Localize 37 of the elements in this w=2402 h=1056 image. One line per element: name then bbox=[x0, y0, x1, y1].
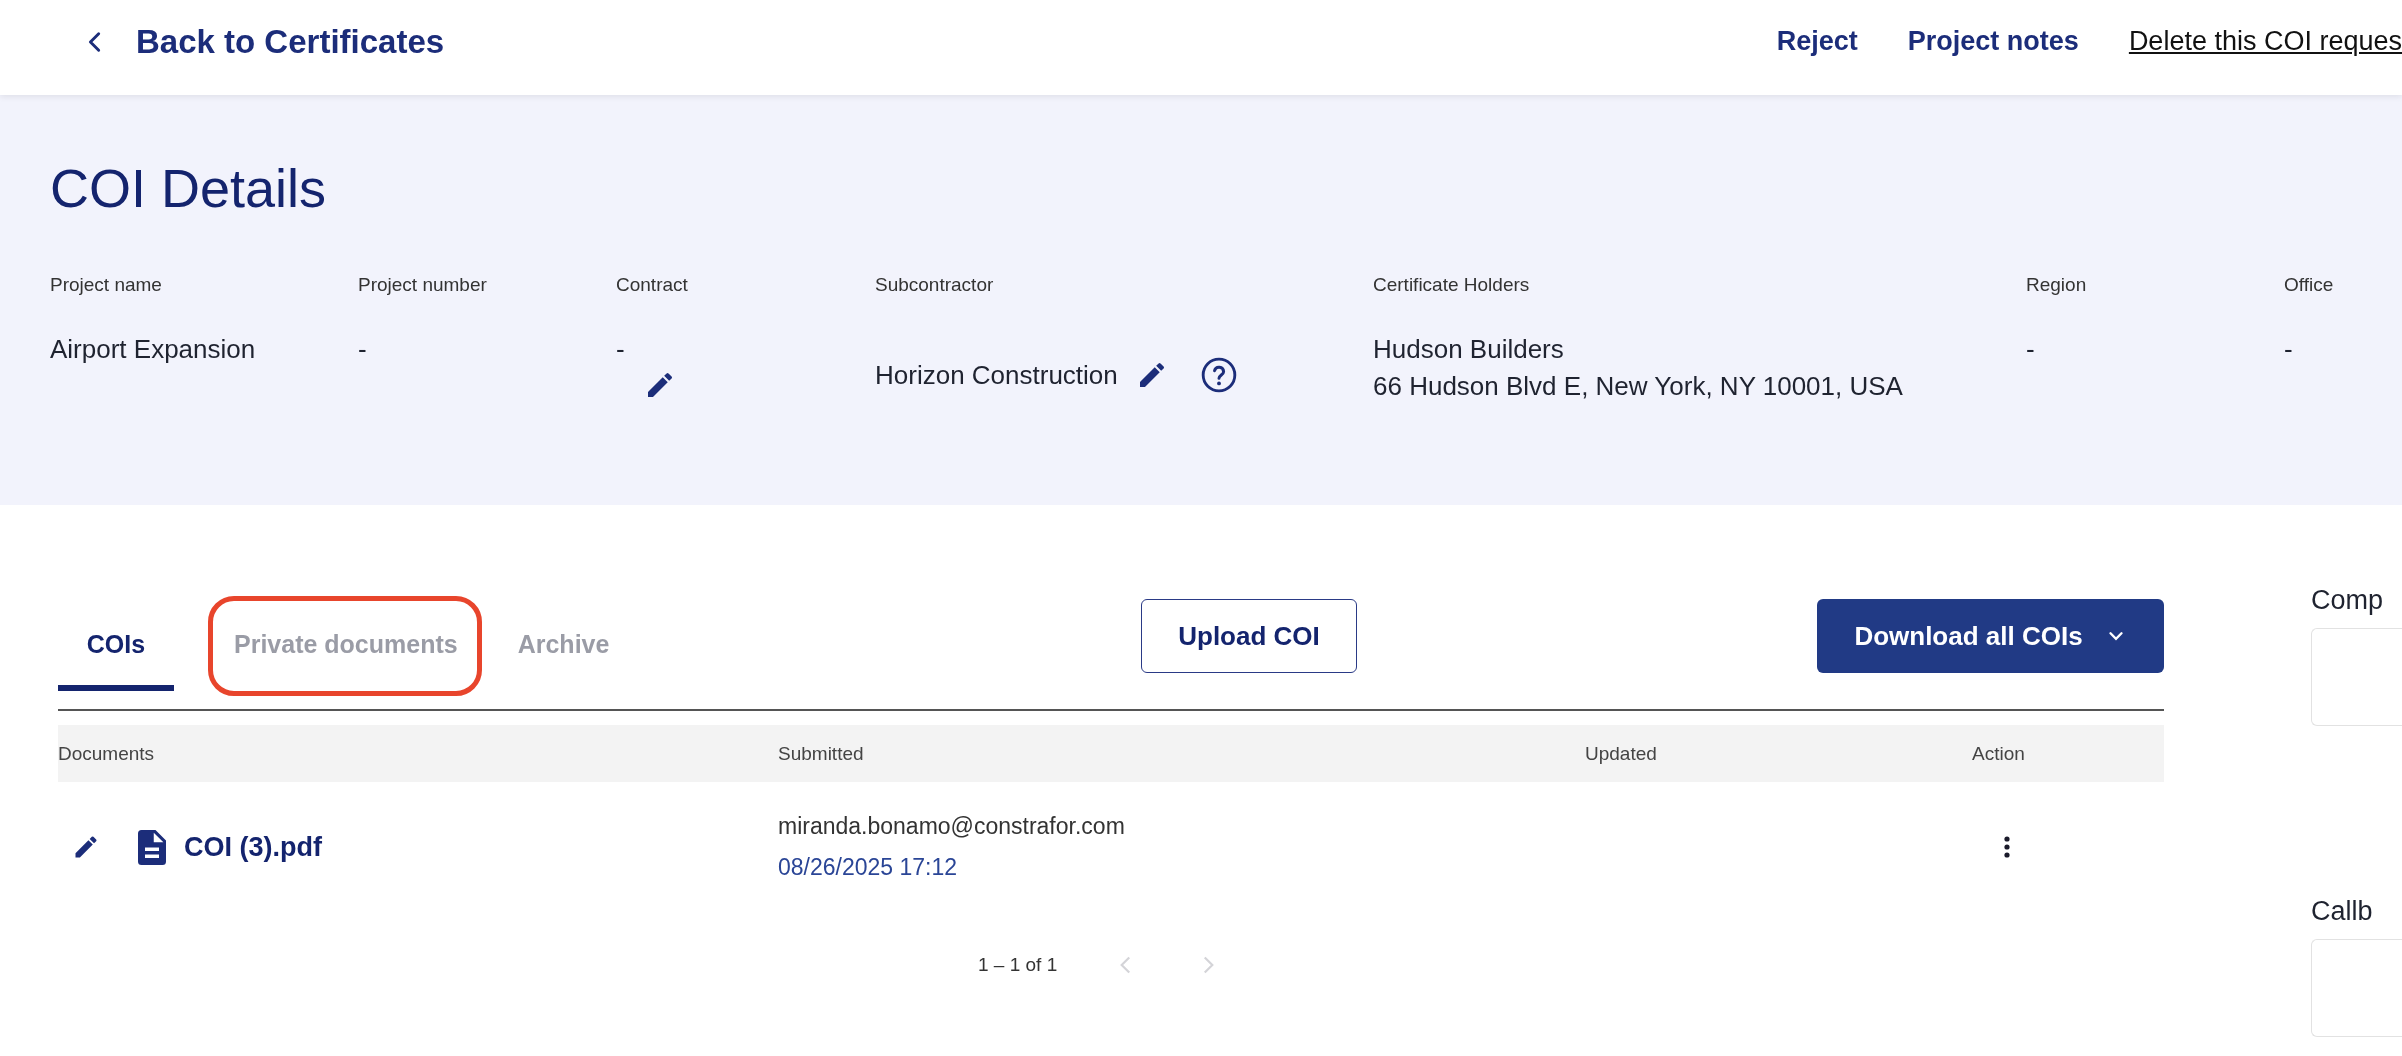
column-header: Documents bbox=[58, 742, 156, 765]
pagination-range: 1 – 1 of 1 bbox=[978, 954, 1058, 976]
document-icon bbox=[138, 829, 166, 865]
column-header: Action bbox=[1972, 742, 2026, 765]
field-label: Project number bbox=[358, 274, 488, 296]
column-header: Updated bbox=[1585, 742, 1658, 765]
field-label: Region bbox=[2026, 274, 2088, 296]
download-button[interactable]: Download all COIs bbox=[1817, 599, 2164, 673]
field-label: Project name bbox=[50, 274, 163, 296]
tab[interactable]: COIs bbox=[58, 630, 174, 691]
input-field[interactable] bbox=[2311, 939, 2402, 1037]
field-label: Certificate Holders bbox=[1373, 274, 1531, 296]
field-label: Office bbox=[2284, 274, 2334, 296]
column-header: Submitted bbox=[778, 742, 865, 765]
header-link[interactable]: Project notes bbox=[1907, 26, 2079, 57]
field-label: Contract bbox=[616, 274, 689, 296]
address-text: 66 Hudson Blvd E, New York, NY 10001, USA bbox=[1373, 371, 1904, 402]
back-link[interactable]: Back to Certificates bbox=[84, 22, 445, 61]
field-label: Subcontractor bbox=[875, 274, 995, 296]
submitter-email: miranda.bonamo@constrafor.com bbox=[778, 813, 1126, 840]
field-value: Airport Expansion bbox=[50, 334, 257, 365]
page-title: COI Details bbox=[50, 157, 328, 219]
header-link[interactable]: Reject bbox=[1776, 26, 1858, 57]
field-label: Callb bbox=[2311, 896, 2374, 927]
field-value: - bbox=[358, 334, 368, 365]
field-value: - bbox=[616, 334, 626, 365]
field-label: Comp bbox=[2311, 585, 2385, 616]
input-field[interactable] bbox=[2311, 628, 2402, 726]
field-value: - bbox=[2284, 334, 2294, 365]
help-icon[interactable] bbox=[1199, 356, 1238, 394]
delete-request-link[interactable]: Delete this COI reques bbox=[2128, 26, 2402, 57]
field-value: Hudson Builders bbox=[1373, 334, 1565, 365]
submitted-date: 08/26/2025 17:12 bbox=[778, 854, 959, 881]
field-value: - bbox=[2026, 334, 2036, 365]
file-link[interactable]: COI (3).pdf bbox=[184, 831, 322, 863]
field-value: Horizon Construction bbox=[875, 359, 1118, 391]
upload-button[interactable]: Upload COI bbox=[1141, 599, 1357, 673]
